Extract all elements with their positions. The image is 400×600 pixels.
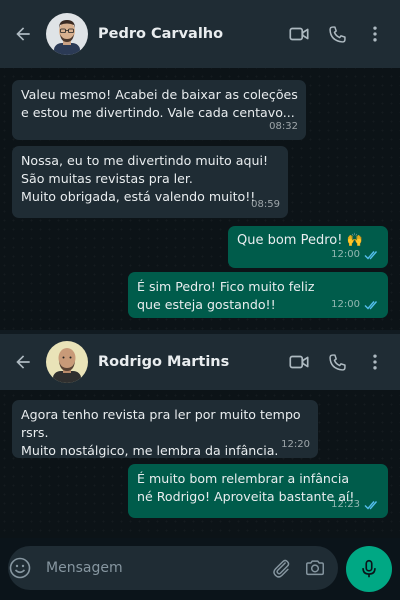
arrow-left-icon	[16, 27, 30, 41]
contact-name[interactable]: Rodrigo Martins	[98, 354, 286, 370]
message-time: 08:32	[269, 121, 298, 132]
avatar[interactable]	[46, 13, 88, 55]
chat-panel-pedro: Pedro Carvalho Valeu mesmo! Acabei de ba…	[0, 0, 400, 330]
more-vertical-icon	[373, 26, 377, 42]
message-text: Valeu mesmo! Acabei de baixar as coleçõe…	[21, 87, 298, 120]
phone-icon	[328, 25, 346, 43]
video-call-button[interactable]	[286, 349, 312, 375]
emoji-icon	[9, 557, 31, 579]
camera-button[interactable]	[302, 555, 328, 581]
message-time: 12:23	[331, 499, 360, 510]
back-button[interactable]	[0, 0, 46, 68]
message-text: Nossa, eu to me divertindo muito aqui! S…	[21, 153, 268, 204]
more-vertical-icon	[373, 354, 377, 370]
message-text: Agora tenho revista pra ler por muito te…	[21, 407, 301, 458]
chat-header: Pedro Carvalho	[0, 0, 400, 68]
voice-call-button[interactable]	[324, 21, 350, 47]
attach-button[interactable]	[268, 555, 294, 581]
back-button[interactable]	[0, 334, 46, 390]
double-check-icon	[364, 501, 378, 510]
message-bubble-outgoing[interactable]: É muito bom relembrar a infância né Rodr…	[128, 464, 388, 518]
video-call-button[interactable]	[286, 21, 312, 47]
more-options-button[interactable]	[362, 21, 388, 47]
camera-icon	[306, 560, 324, 576]
more-options-button[interactable]	[362, 349, 388, 375]
message-bubble-outgoing[interactable]: Que bom Pedro! 🙌 12:00	[228, 226, 388, 268]
message-input-box[interactable]: Mensagem	[8, 546, 338, 590]
video-camera-icon	[289, 27, 309, 41]
contact-name[interactable]: Pedro Carvalho	[98, 26, 286, 42]
message-bubble-incoming[interactable]: Nossa, eu to me divertindo muito aqui! S…	[12, 146, 288, 218]
message-time: 12:00	[331, 249, 360, 260]
voice-message-button[interactable]	[346, 546, 392, 592]
message-bubble-incoming[interactable]: Agora tenho revista pra ler por muito te…	[12, 400, 318, 458]
message-input[interactable]: Mensagem	[46, 560, 268, 576]
phone-icon	[328, 353, 346, 371]
chat-header-rodrigo: Rodrigo Martins	[0, 334, 400, 390]
microphone-icon	[362, 559, 376, 578]
emoji-button[interactable]	[6, 555, 34, 581]
arrow-left-icon	[16, 355, 30, 369]
message-bubble-incoming[interactable]: Valeu mesmo! Acabei de baixar as coleçõe…	[12, 80, 306, 140]
voice-call-button[interactable]	[324, 349, 350, 375]
message-composer: Mensagem	[0, 538, 400, 600]
paperclip-icon	[273, 559, 290, 578]
avatar[interactable]	[46, 341, 88, 383]
double-check-icon	[364, 301, 378, 310]
message-time: 12:00	[331, 299, 360, 310]
message-time: 08:59	[251, 199, 280, 210]
video-camera-icon	[289, 355, 309, 369]
message-bubble-outgoing[interactable]: É sim Pedro! Fico muito feliz que esteja…	[128, 272, 388, 318]
message-time: 12:20	[281, 439, 310, 450]
double-check-icon	[364, 251, 378, 260]
